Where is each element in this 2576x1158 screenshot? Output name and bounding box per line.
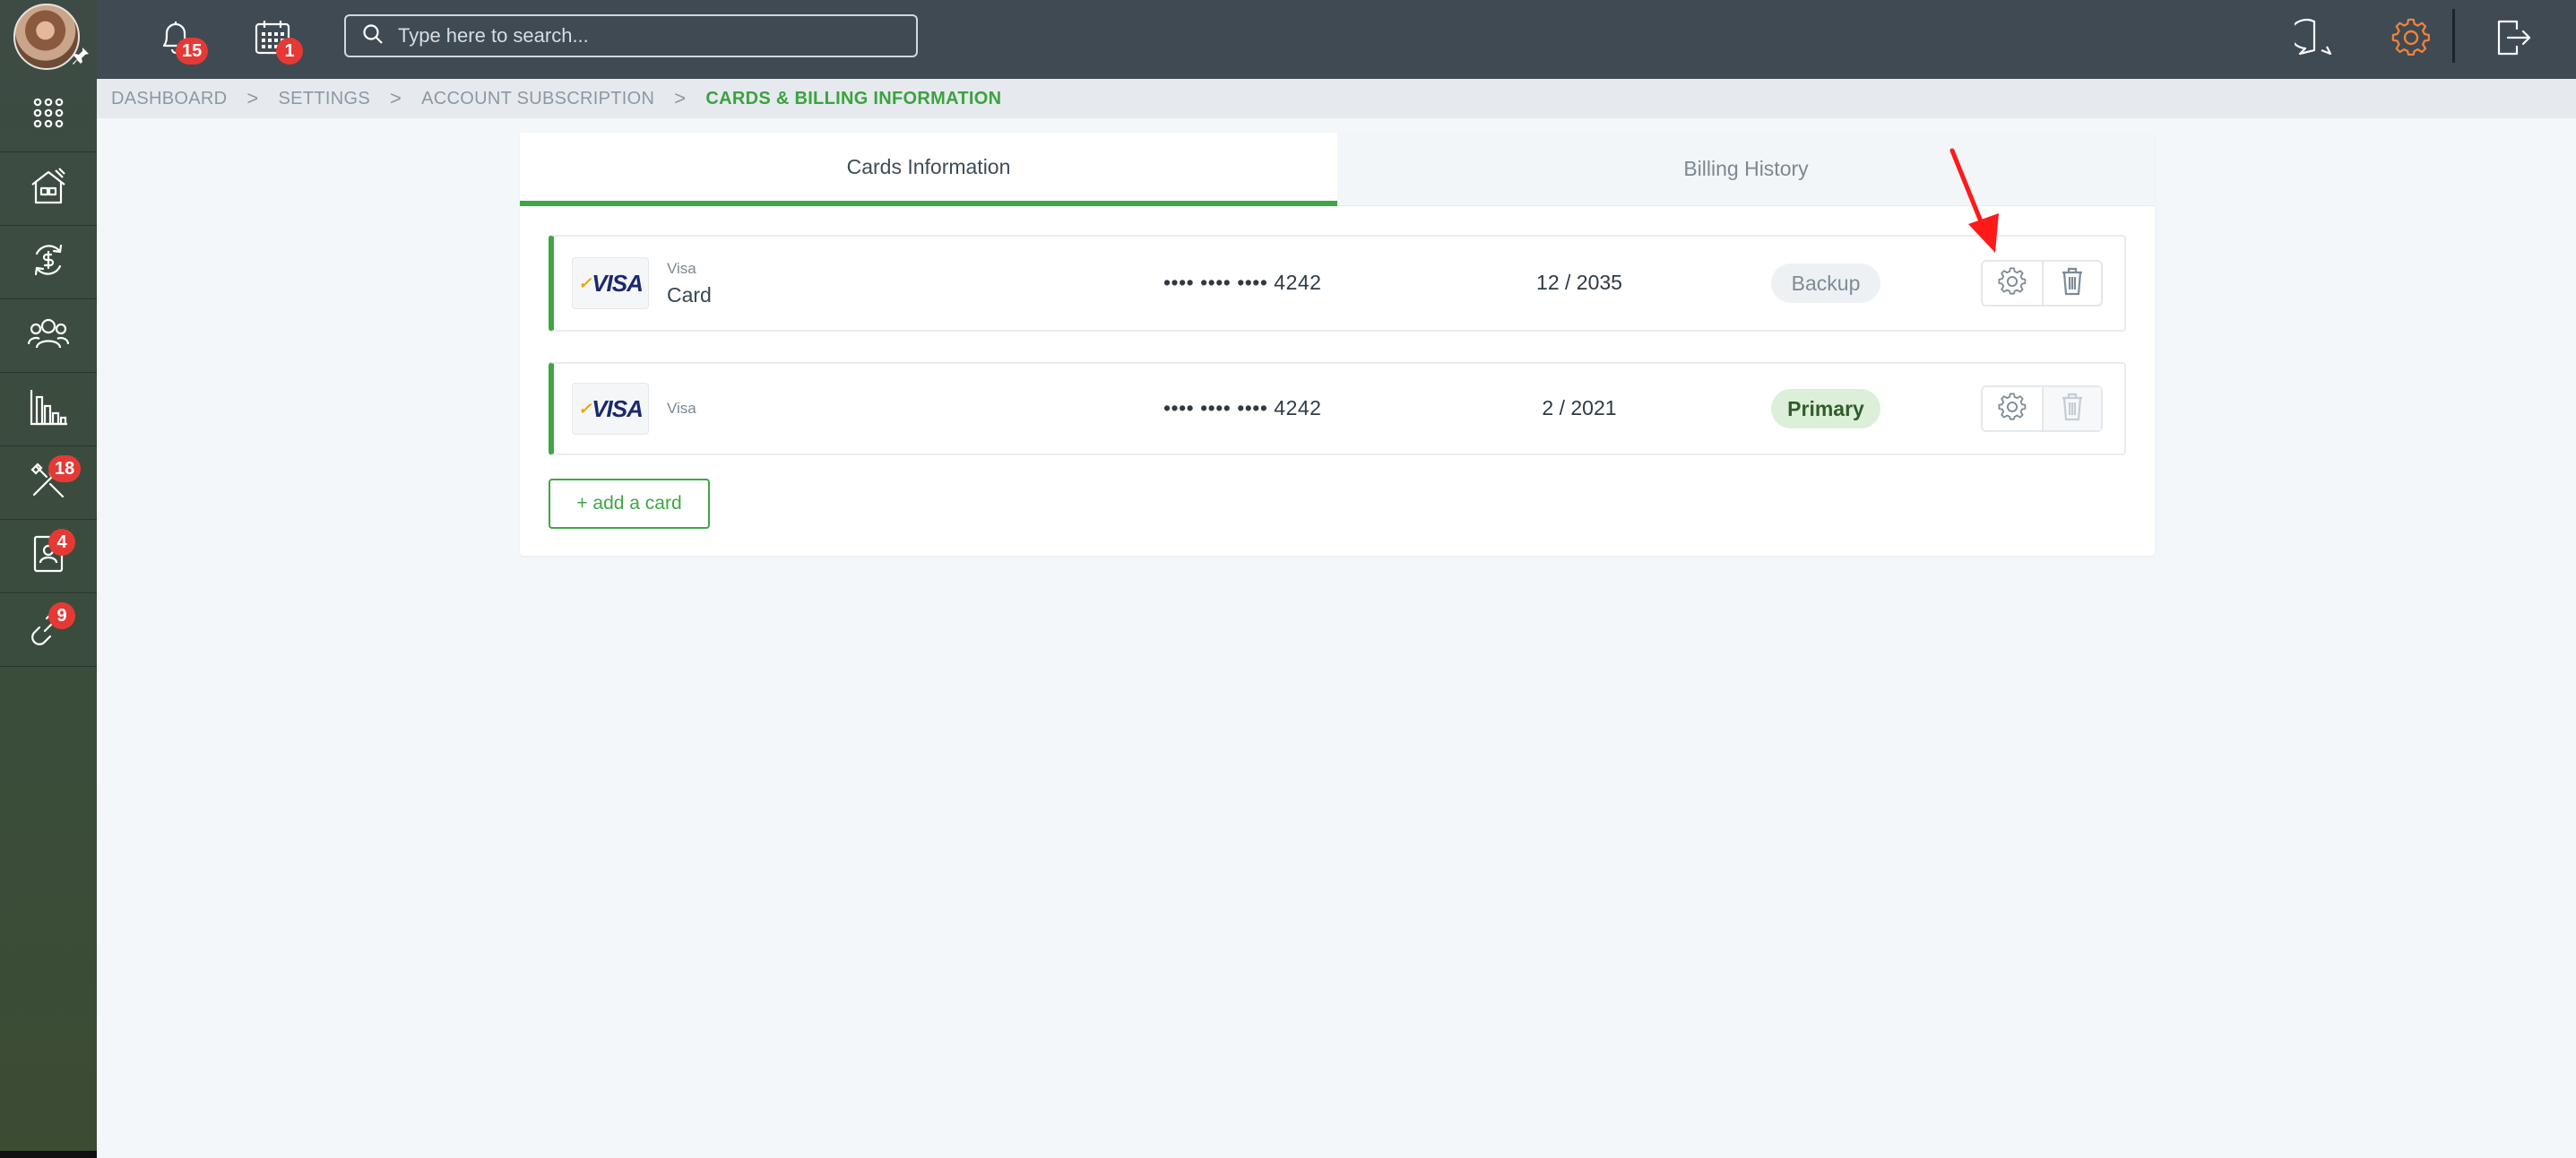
sidebar-bottom-edge bbox=[0, 1151, 97, 1158]
logout-icon bbox=[2495, 18, 2531, 62]
money-cycle-icon bbox=[30, 241, 67, 283]
breadcrumb-dashboard[interactable]: DASHBOARD bbox=[111, 89, 227, 109]
annotation-arrow-icon bbox=[1949, 148, 1999, 253]
breadcrumb-account-subscription[interactable]: ACCOUNT SUBSCRIPTION bbox=[421, 89, 654, 109]
visa-logo: ✓ VISA bbox=[572, 257, 649, 309]
chevron-right-icon: > bbox=[674, 87, 687, 109]
sidebar-item-integrations[interactable]: 9 bbox=[0, 593, 97, 667]
notifications-badge: 15 bbox=[176, 38, 209, 65]
card-delete-button-disabled bbox=[2041, 387, 2101, 430]
card-name: Card bbox=[667, 283, 712, 307]
gear-icon bbox=[1998, 392, 2027, 426]
sidebar-item-contacts[interactable] bbox=[0, 299, 97, 373]
sidebar-badge: 18 bbox=[48, 455, 82, 482]
sidebar-item-leases[interactable]: 4 bbox=[0, 520, 97, 593]
card-delete-button[interactable] bbox=[2041, 262, 2101, 305]
breadcrumb-current: CARDS & BILLING INFORMATION bbox=[705, 88, 1002, 108]
search-box[interactable] bbox=[344, 14, 918, 57]
tab-bar: Cards Information Billing History bbox=[520, 133, 2155, 206]
cards-billing-panel: Cards Information Billing History ✓ VISA … bbox=[520, 133, 2155, 556]
card-settings-button[interactable] bbox=[1983, 387, 2042, 430]
bar-chart-icon bbox=[29, 388, 68, 430]
trash-icon bbox=[2061, 393, 2084, 426]
visa-logo: ✓ VISA bbox=[572, 383, 649, 435]
avatar[interactable] bbox=[13, 4, 80, 70]
pin-icon[interactable] bbox=[72, 47, 90, 72]
visa-logo-text: VISA bbox=[592, 269, 644, 297]
tab-billing-history[interactable]: Billing History bbox=[1337, 133, 2155, 206]
notifications-button[interactable]: 15 bbox=[151, 14, 209, 65]
gear-icon bbox=[2391, 18, 2431, 62]
card-settings-button[interactable] bbox=[1983, 262, 2042, 305]
card-number: •••• •••• •••• 4242 bbox=[1163, 271, 1322, 294]
visa-logo-text: VISA bbox=[592, 394, 644, 422]
add-card-button[interactable]: + add a card bbox=[549, 479, 710, 529]
status-badge-backup: Backup bbox=[1771, 264, 1880, 303]
sidebar-item-properties[interactable] bbox=[0, 152, 97, 226]
users-icon bbox=[27, 315, 70, 356]
sidebar-item-maintenance[interactable]: 18 bbox=[0, 446, 97, 520]
apps-grid-icon bbox=[32, 97, 65, 134]
card-number: •••• •••• •••• 4242 bbox=[1163, 396, 1322, 419]
chat-icon bbox=[2289, 18, 2334, 62]
breadcrumb-settings[interactable]: SETTINGS bbox=[279, 89, 370, 109]
card-row: ✓ VISA Visa •••• •••• •••• 4242 2 / 2021 … bbox=[549, 362, 2126, 455]
card-expiry: 12 / 2035 bbox=[1536, 271, 1622, 294]
card-row: ✓ VISA Visa Card •••• •••• •••• 4242 12 /… bbox=[549, 235, 2126, 332]
status-badge-primary: Primary bbox=[1771, 389, 1880, 428]
gear-icon bbox=[1998, 266, 2027, 300]
sidebar-badge: 4 bbox=[48, 529, 75, 556]
card-actions bbox=[1981, 260, 2103, 307]
card-brand: Visa bbox=[667, 400, 696, 417]
trash-icon bbox=[2061, 267, 2084, 300]
card-actions bbox=[1981, 385, 2103, 432]
sidebar-item-apps[interactable] bbox=[0, 79, 97, 152]
sidebar-item-reports[interactable] bbox=[0, 373, 97, 446]
sidebar: 18 4 9 bbox=[0, 0, 97, 1158]
calendar-button[interactable]: 1 bbox=[247, 14, 303, 65]
tab-cards-information[interactable]: Cards Information bbox=[520, 133, 1337, 206]
card-brand: Visa bbox=[667, 260, 696, 277]
card-expiry: 2 / 2021 bbox=[1542, 396, 1617, 419]
chevron-right-icon: > bbox=[246, 87, 259, 109]
calendar-badge: 1 bbox=[276, 38, 303, 65]
search-icon bbox=[362, 23, 384, 49]
house-icon bbox=[29, 167, 68, 211]
sidebar-badge: 9 bbox=[48, 602, 75, 629]
search-input[interactable] bbox=[398, 24, 900, 48]
logout-button[interactable] bbox=[2486, 13, 2540, 66]
sidebar-item-finance[interactable] bbox=[0, 226, 97, 299]
top-bar: 15 1 bbox=[97, 0, 2576, 79]
chevron-right-icon: > bbox=[389, 87, 402, 109]
breadcrumb: DASHBOARD > SETTINGS > ACCOUNT SUBSCRIPT… bbox=[97, 79, 2576, 118]
settings-button[interactable] bbox=[2384, 13, 2438, 66]
chat-button[interactable] bbox=[2287, 13, 2341, 66]
top-bar-divider bbox=[2452, 9, 2455, 63]
